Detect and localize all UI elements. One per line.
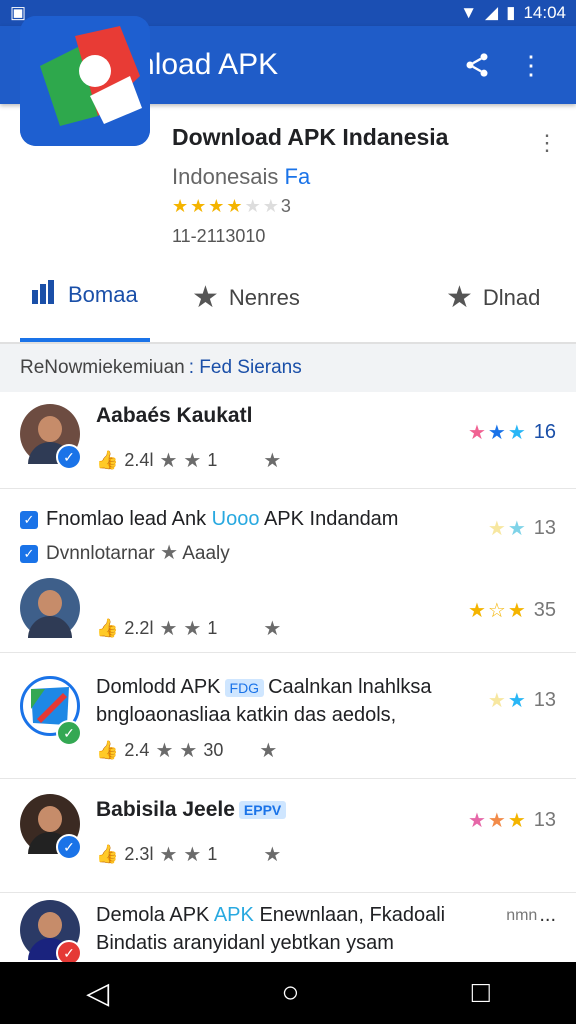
item-more[interactable]: nmn ...: [506, 904, 556, 927]
list-item[interactable]: ✓ Babisila Jeele EPPV 👍 2.3l ★ ★ 1 ★ ★ ★ ★ 1…: [0, 778, 576, 893]
tab-bomaa[interactable]: Bomaa: [30, 280, 138, 310]
item-title: ✓ Fnomlao lead Ank Uooo APK Indandam: [20, 508, 398, 531]
verified-icon: ✓: [56, 940, 82, 962]
nav-back-icon[interactable]: ◁: [86, 976, 109, 1011]
star-icon[interactable]: ★: [263, 448, 281, 473]
item-score: ★ ★ 13: [487, 517, 556, 540]
thumbs-up-icon: 👍: [96, 740, 119, 760]
item-score: ★ ★ 13: [487, 689, 556, 712]
item-subtitle: bngloaonasliaa katkin das aedols,: [96, 704, 397, 726]
item-title: Babisila Jeele EPPV: [96, 798, 290, 822]
star-icon[interactable]: ★: [263, 842, 281, 867]
nav-recents-icon[interactable]: □: [472, 976, 490, 1010]
active-tab-indicator: [20, 338, 150, 342]
star-icon[interactable]: ★: [263, 616, 281, 641]
system-nav-bar: ◁ ○ □: [0, 962, 576, 1024]
app-more-icon[interactable]: ⋮: [536, 130, 558, 156]
section-header: ReNowmiekemiuan: Fed Sierans: [0, 344, 576, 392]
app-date: 11-2113010: [172, 226, 266, 246]
thumbs-up-icon: 👍: [96, 844, 119, 864]
status-time: 14:04: [523, 3, 566, 22]
tab-dlnad[interactable]: ★ Dlnad: [446, 280, 540, 315]
thumbs-up-icon: 👍: [96, 618, 119, 638]
item-title: Domlodd APK FDG Caalnkan lnahlksa: [96, 676, 432, 698]
item-subtitle: Bindatis aranyidanl yebtkan ysam: [96, 932, 394, 954]
star-icon[interactable]: ★: [259, 738, 277, 763]
app-rating: ★ ★ ★ ★ ★ ★ 3: [172, 196, 291, 216]
more-vert-icon[interactable]: ⋮: [504, 50, 558, 81]
verified-icon: ✓: [56, 720, 82, 746]
app-title: Download APK Indanesia: [172, 124, 449, 150]
nav-home-icon[interactable]: ○: [281, 976, 299, 1010]
app-logo: [20, 16, 150, 146]
item-score: ★ ★ ★ 16: [467, 421, 556, 444]
verified-icon: ✓: [56, 834, 82, 860]
signal-icon: ◢: [485, 3, 499, 22]
list-item[interactable]: ✓ Fnomlao lead Ank Uooo APK Indandam ✓ Dvn…: [0, 488, 576, 653]
item-score: ★ ★ ★ 13: [467, 809, 556, 832]
list-item[interactable]: ✓ Domlodd APK FDG Caalnkan lnahlksa bngloa…: [0, 652, 576, 779]
wifi-icon: ▼: [460, 3, 478, 22]
item-title: Aabaés Kaukatl: [96, 404, 253, 427]
battery-icon: ▮: [506, 3, 516, 22]
chart-icon: [30, 280, 58, 310]
app-subtitle: Indonesais Fa: [172, 164, 311, 189]
item-score: ★ ☆ ★ 35: [467, 599, 556, 622]
list-item[interactable]: ✓ Aabaés Kaukatl 👍 2.4l ★ ★ 1 ★ ★ ★ ★ 16: [0, 392, 576, 489]
avatar: [20, 578, 80, 638]
list-item[interactable]: ✓ Demola APK APK Enewnlaan, Fkadoali Bin…: [0, 892, 576, 962]
tab-nenres[interactable]: ★ Nenres: [192, 280, 300, 315]
share-icon[interactable]: [450, 51, 504, 79]
star-icon: ★: [192, 281, 219, 314]
tab-bar: Bomaa ★ Nenres ★ Dlnad: [0, 262, 576, 344]
verified-icon: ✓: [56, 444, 82, 470]
item-title: Demola APK APK Enewnlaan, Fkadoali: [96, 904, 446, 926]
item-subtitle: ✓ Dvnnlotarnar ★ Aaaly: [20, 540, 230, 565]
star-icon: ★: [446, 281, 473, 314]
rating-count: 3: [280, 196, 291, 216]
thumbs-up-icon: 👍: [96, 450, 119, 470]
